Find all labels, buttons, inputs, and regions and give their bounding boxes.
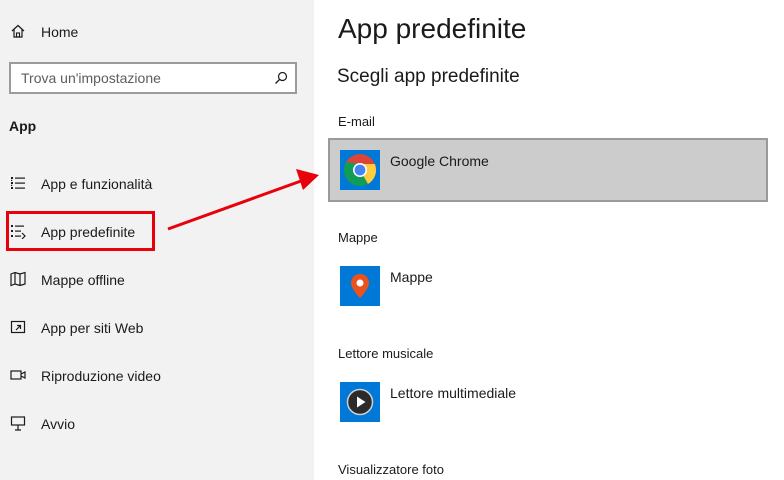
email-app-button[interactable]: Google Chrome	[328, 138, 768, 202]
category-label-photo-viewer: Visualizzatore foto	[338, 462, 444, 477]
sidebar-item-offline-maps[interactable]: Mappe offline	[0, 262, 314, 298]
page-title: App predefinite	[338, 13, 527, 44]
app-tile	[340, 266, 380, 306]
music-player-app-button[interactable]: Lettore multimediale	[328, 370, 768, 434]
chrome-icon	[343, 154, 377, 187]
sidebar-item-label: Riproduzione video	[41, 368, 161, 384]
home-link[interactable]: Home	[0, 14, 314, 50]
app-name: Google Chrome	[390, 153, 489, 169]
home-label: Home	[41, 24, 79, 40]
app-name: Mappe	[390, 269, 433, 285]
app-name: Lettore multimediale	[390, 385, 517, 401]
sidebar-item-video-playback[interactable]: Riproduzione video	[0, 358, 314, 394]
sidebar-item-label: App e funzionalità	[41, 176, 153, 192]
sidebar-item-apps-for-websites[interactable]: App per siti Web	[0, 310, 314, 346]
main-content: App predefinite Scegli app predefinite E…	[314, 0, 784, 480]
search-input[interactable]	[21, 69, 271, 87]
list-icon	[9, 174, 27, 192]
category-label-email: E-mail	[338, 114, 375, 129]
sidebar-item-label: Mappe offline	[41, 272, 125, 288]
app-tile	[340, 382, 380, 422]
startup-icon	[9, 414, 27, 432]
page-subtitle: Scegli app predefinite	[337, 66, 520, 87]
map-icon	[9, 270, 27, 288]
sidebar-item-app-features[interactable]: App e funzionalità	[0, 166, 314, 202]
media-player-icon	[346, 388, 374, 416]
category-label-maps: Mappe	[338, 230, 378, 245]
sidebar-item-label: App per siti Web	[41, 320, 144, 336]
sidebar-item-startup[interactable]: Avvio	[0, 406, 314, 442]
category-label-music-player: Lettore musicale	[338, 346, 434, 361]
search-icon[interactable]	[273, 70, 289, 86]
sidebar-item-label: Avvio	[41, 416, 75, 432]
video-icon	[9, 366, 27, 384]
app-tile	[340, 150, 380, 190]
home-icon	[9, 22, 27, 40]
sidebar: Home App App e funzionalità App predefin…	[0, 0, 314, 480]
search-box[interactable]	[9, 62, 297, 94]
section-title: App	[9, 118, 37, 134]
maps-app-button[interactable]: Mappe	[328, 254, 768, 318]
maps-pin-icon	[351, 274, 369, 298]
open-in-window-icon	[9, 318, 27, 336]
annotation-highlight-box	[6, 211, 155, 251]
